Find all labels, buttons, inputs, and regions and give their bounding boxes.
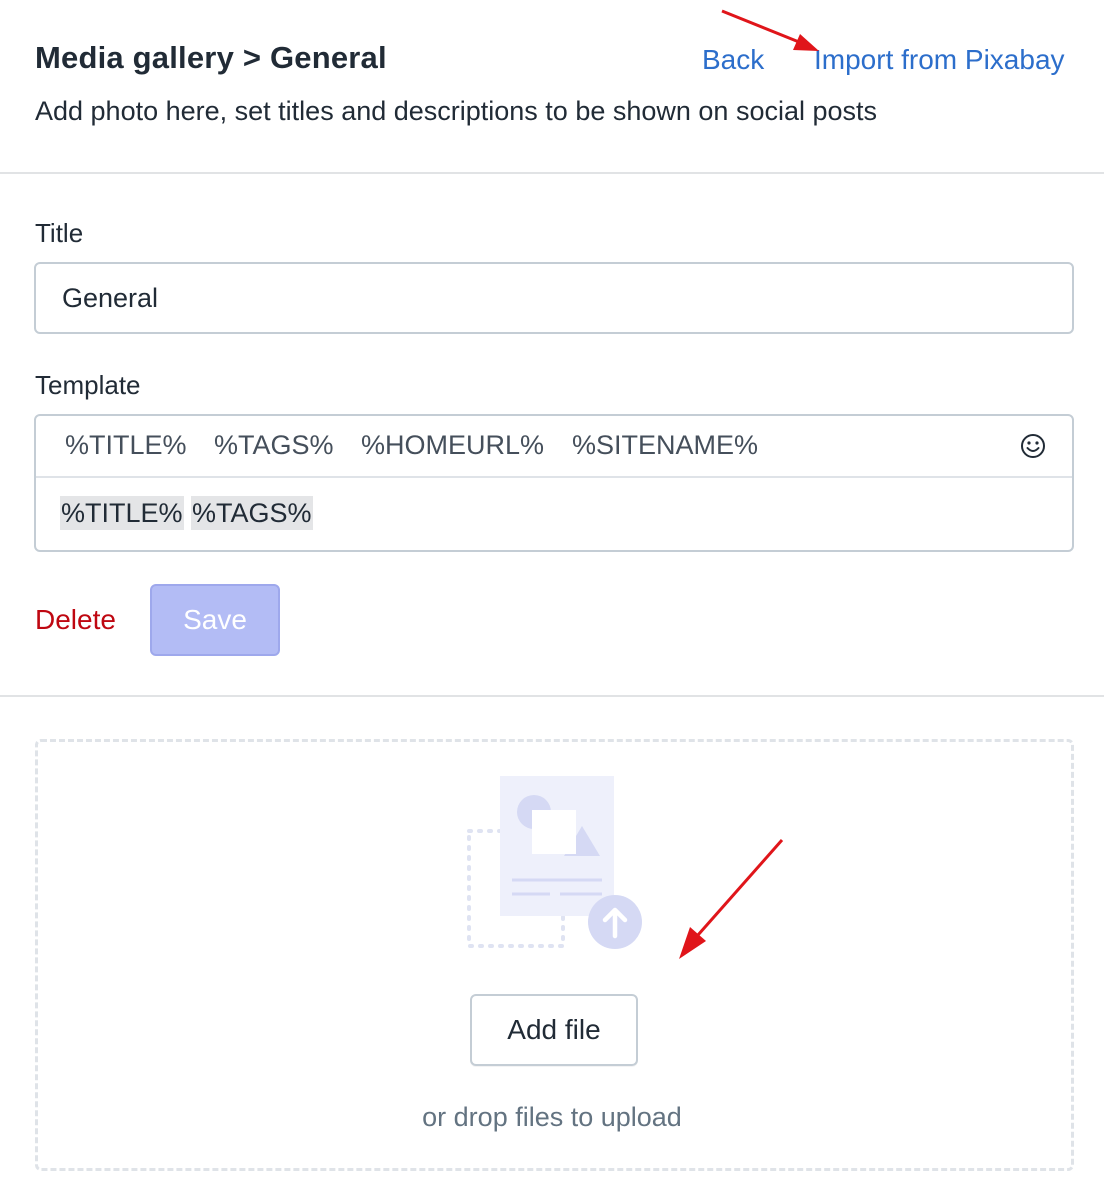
back-link[interactable]: Back <box>702 44 764 76</box>
template-toolbar: %TITLE% %TAGS% %HOMEURL% %SITENAME% <box>36 416 1072 478</box>
insert-tags-tag-button[interactable]: %TAGS% <box>214 430 334 461</box>
delete-button[interactable]: Delete <box>35 604 116 636</box>
page-subtitle: Add photo here, set titles and descripti… <box>35 96 878 126</box>
title-input[interactable] <box>34 262 1074 334</box>
add-file-button[interactable]: Add file <box>470 994 638 1066</box>
page-title: Media gallery > General <box>35 40 387 75</box>
smiley-icon[interactable] <box>1018 431 1048 461</box>
insert-homeurl-tag-button[interactable]: %HOMEURL% <box>361 430 544 461</box>
template-field-label: Template <box>35 370 141 400</box>
page-header: Media gallery > General Back Import from… <box>0 0 1104 174</box>
save-button[interactable]: Save <box>150 584 280 656</box>
template-token-title: %TITLE% <box>60 496 184 530</box>
import-from-pixabay-link[interactable]: Import from Pixabay <box>814 44 1065 76</box>
template-editor-box: %TITLE% %TAGS% %HOMEURL% %SITENAME% %TIT… <box>34 414 1074 552</box>
template-token-tags: %TAGS% <box>191 496 313 530</box>
insert-title-tag-button[interactable]: %TITLE% <box>65 430 187 461</box>
template-content-editor[interactable]: %TITLE% %TAGS% <box>60 496 313 530</box>
insert-sitename-tag-button[interactable]: %SITENAME% <box>572 430 758 461</box>
upload-image-illustration-icon <box>467 776 642 949</box>
drop-files-hint: or drop files to upload <box>422 1102 682 1132</box>
section-divider <box>0 695 1104 697</box>
title-field-label: Title <box>35 218 84 248</box>
